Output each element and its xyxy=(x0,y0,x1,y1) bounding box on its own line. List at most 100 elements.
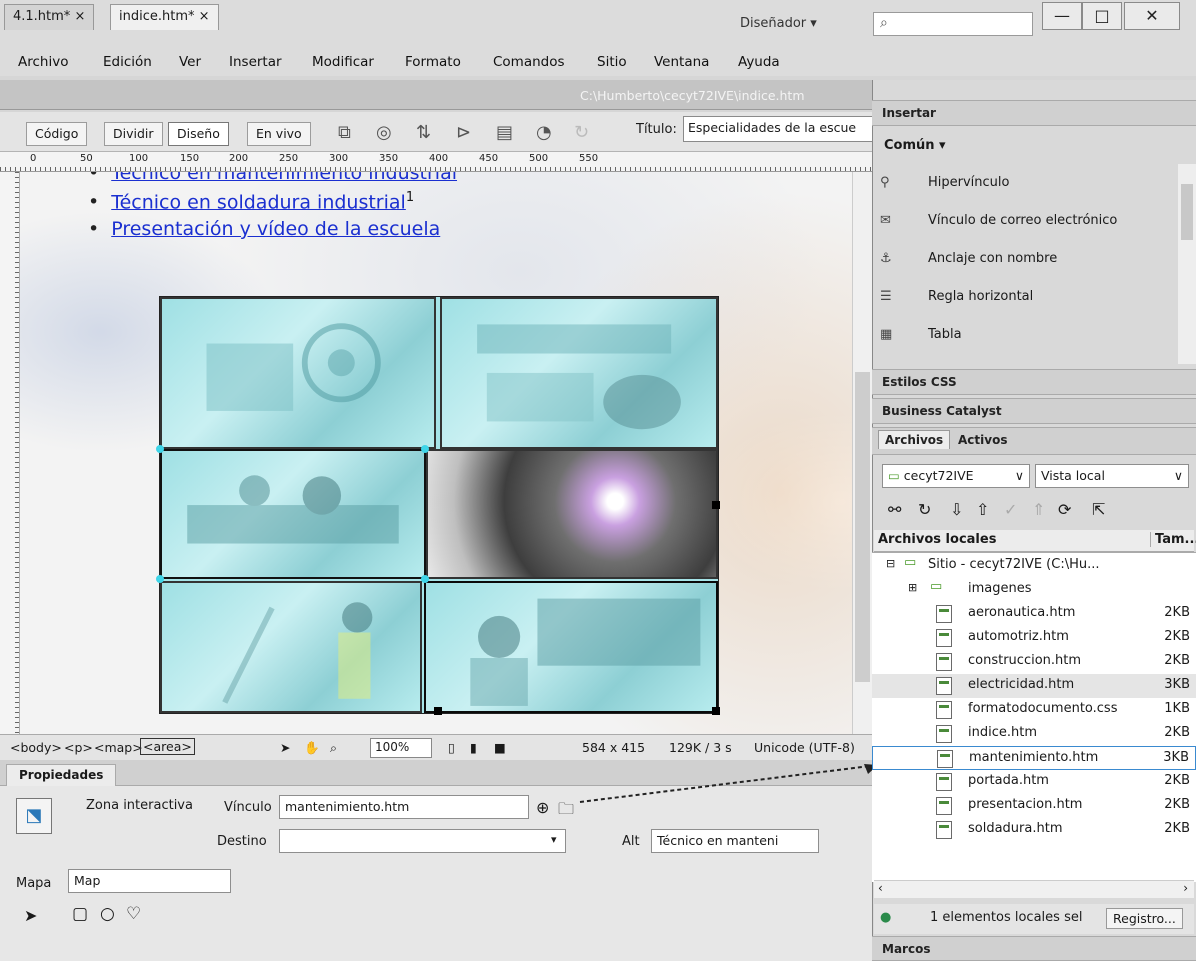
resize-handle[interactable] xyxy=(712,501,720,509)
tab-archivos[interactable]: Archivos xyxy=(878,430,951,449)
resize-handle[interactable] xyxy=(712,707,720,715)
link-mantenimiento[interactable]: Técnico en mantenimiento industrial xyxy=(111,172,457,184)
desktop-size-icon[interactable]: ■ xyxy=(494,740,506,755)
check-out-icon[interactable]: ✓ xyxy=(1004,500,1017,519)
point-to-file-icon[interactable]: ⊕ xyxy=(536,798,549,817)
insertar-panel-header[interactable]: Insertar xyxy=(872,100,1196,126)
column-archivos-locales[interactable]: Archivos locales xyxy=(878,532,996,547)
hotspot-handle[interactable] xyxy=(156,575,164,583)
get-files-icon[interactable]: ⇩ xyxy=(950,500,963,519)
hotspot-automotriz[interactable] xyxy=(440,297,718,449)
file-row[interactable]: indice.htm 2KB xyxy=(872,722,1196,746)
file-row[interactable]: formatodocumento.css 1KB xyxy=(872,698,1196,722)
insert-horizontal-rule[interactable]: ☰ Regla horizontal xyxy=(880,289,1033,304)
connect-icon[interactable]: ⚯ xyxy=(888,500,901,519)
file-row[interactable]: aeronautica.htm 2KB xyxy=(872,602,1196,626)
tag-map[interactable]: <map> xyxy=(94,740,143,755)
hotspot-soldadura[interactable] xyxy=(426,449,718,579)
pointer-tool-icon[interactable]: ➤ xyxy=(280,740,290,755)
hotspot-mantenimiento[interactable] xyxy=(424,581,718,713)
tag-area[interactable]: <area> xyxy=(140,738,195,755)
hotspot-handle[interactable] xyxy=(156,445,164,453)
image-map[interactable] xyxy=(156,296,720,715)
business-catalyst-panel-header[interactable]: Business Catalyst xyxy=(872,398,1196,424)
menu-formato[interactable]: Formato xyxy=(405,54,461,70)
put-files-icon[interactable]: ⇧ xyxy=(976,500,989,519)
scrollbar-thumb[interactable] xyxy=(1181,184,1193,240)
debug-icon[interactable]: ⊳ xyxy=(456,122,471,143)
zoom-tool-icon[interactable]: ⌕ xyxy=(330,740,337,756)
tag-body[interactable]: <body> xyxy=(10,740,62,755)
file-row[interactable]: portada.htm 2KB xyxy=(872,770,1196,794)
menu-edicion[interactable]: Edición xyxy=(103,54,152,70)
destino-select[interactable] xyxy=(279,829,566,853)
zoom-select[interactable]: 100% xyxy=(370,738,432,758)
insert-scrollbar[interactable] xyxy=(1178,164,1196,364)
menu-archivo[interactable]: Archivo xyxy=(18,54,68,70)
design-scrollbar[interactable] xyxy=(852,172,872,742)
menu-insertar[interactable]: Insertar xyxy=(229,54,282,70)
code-view-button[interactable]: Código xyxy=(26,122,88,146)
sync-icon[interactable]: ⟳ xyxy=(1058,500,1071,519)
search-input[interactable]: ⌕ xyxy=(873,12,1033,36)
scrollbar-thumb[interactable] xyxy=(855,372,870,682)
check-in-icon[interactable]: ⇑ xyxy=(1032,500,1045,519)
insert-named-anchor[interactable]: ⚓ Anclaje con nombre xyxy=(880,251,1057,266)
resize-handle[interactable] xyxy=(434,707,442,715)
file-row[interactable]: soldadura.htm 2KB xyxy=(872,818,1196,842)
hotspot-handle[interactable] xyxy=(421,575,429,583)
split-view-button[interactable]: Dividir xyxy=(104,122,163,146)
circle-hotspot-tool-icon[interactable]: ○ xyxy=(100,904,115,924)
hand-tool-icon[interactable]: ✋ xyxy=(304,740,320,756)
files-hscrollbar[interactable]: ‹ › xyxy=(874,880,1194,898)
rectangle-hotspot-tool-icon[interactable]: ▢ xyxy=(72,904,88,924)
close-button[interactable]: ✕ xyxy=(1124,2,1180,30)
mapa-input[interactable]: Map xyxy=(68,869,231,893)
expand-icon[interactable]: ⊞ xyxy=(908,581,917,594)
vinculo-input[interactable]: mantenimiento.htm xyxy=(279,795,529,819)
file-row-target[interactable]: mantenimiento.htm 3KB xyxy=(872,746,1196,770)
expand-panel-icon[interactable]: ⇱ xyxy=(1092,500,1105,519)
file-row-selected[interactable]: electricidad.htm 3KB xyxy=(872,674,1196,698)
folder-row-imagenes[interactable]: ⊞ ▭ imagenes xyxy=(872,578,1196,602)
maximize-button[interactable]: □ xyxy=(1082,2,1122,30)
link-soldadura[interactable]: Técnico en soldadura industrial xyxy=(111,191,406,213)
validate-icon[interactable]: ◔ xyxy=(536,122,552,143)
multiscreen-icon[interactable]: ⧉ xyxy=(338,122,351,143)
design-view-button[interactable]: Diseño xyxy=(168,122,229,146)
titulo-input[interactable]: Especialidades de la escue xyxy=(683,116,873,142)
link-presentacion[interactable]: Presentación y vídeo de la escuela xyxy=(111,218,440,240)
tab-propiedades[interactable]: Propiedades xyxy=(6,764,117,786)
browser-preview-icon[interactable]: ◎ xyxy=(376,122,392,143)
hotspot-construccion[interactable] xyxy=(160,581,422,713)
tab-indice-htm[interactable]: indice.htm* × xyxy=(110,4,219,30)
file-row[interactable]: construccion.htm 2KB xyxy=(872,650,1196,674)
menu-modificar[interactable]: Modificar xyxy=(312,54,374,70)
insert-hipervinculo[interactable]: ⚲ Hipervínculo xyxy=(880,175,1009,190)
site-select[interactable]: ▭ cecyt72IVE ∨ xyxy=(882,464,1030,488)
registro-button[interactable]: Registro... xyxy=(1106,908,1183,929)
column-size[interactable]: Tam... xyxy=(1150,532,1196,547)
hotspot-electricidad[interactable] xyxy=(160,449,426,579)
insert-category-select[interactable]: Común ▾ xyxy=(884,138,946,153)
site-root-row[interactable]: ⊟ ▭ Sitio - cecyt72IVE (C:\Hu... xyxy=(872,554,1196,578)
file-transfer-icon[interactable]: ⇅ xyxy=(416,122,431,143)
menu-ventana[interactable]: Ventana xyxy=(654,54,709,70)
workspace-switcher[interactable]: Diseñador ▾ xyxy=(740,16,817,31)
menu-sitio[interactable]: Sitio xyxy=(597,54,627,70)
visual-aids-icon[interactable]: ▤ xyxy=(496,122,513,143)
refresh-icon[interactable]: ↻ xyxy=(918,500,931,519)
insert-table[interactable]: ▦ Tabla xyxy=(880,327,962,342)
estilos-css-panel-header[interactable]: Estilos CSS xyxy=(872,369,1196,395)
minimize-button[interactable]: — xyxy=(1042,2,1082,30)
insert-email-link[interactable]: ✉ Vínculo de correo electrónico xyxy=(880,213,1117,228)
alt-select[interactable]: Técnico en manteni xyxy=(651,829,819,853)
polygon-hotspot-tool-icon[interactable]: ♡ xyxy=(126,904,141,924)
tab-4-1-htm[interactable]: 4.1.htm* × xyxy=(4,4,95,30)
file-row[interactable]: automotriz.htm 2KB xyxy=(872,626,1196,650)
hotspot-handle[interactable] xyxy=(421,445,429,453)
phone-size-icon[interactable]: ▯ xyxy=(448,740,455,755)
view-select[interactable]: Vista local ∨ xyxy=(1035,464,1189,488)
tag-p[interactable]: <p> xyxy=(64,740,93,755)
menu-comandos[interactable]: Comandos xyxy=(493,54,565,70)
